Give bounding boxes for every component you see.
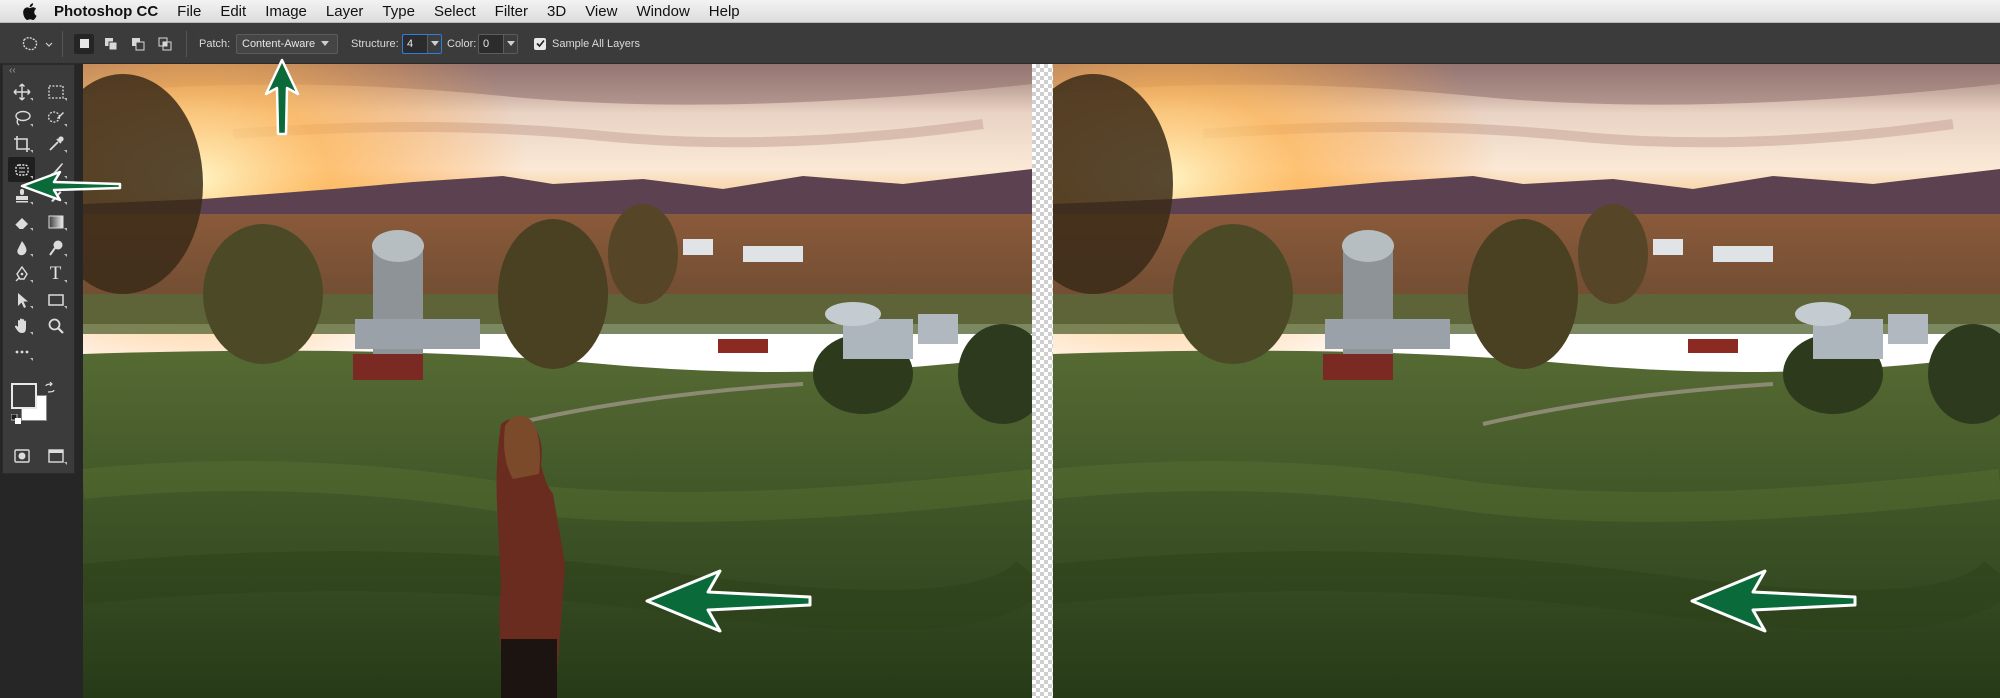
gradient-tool[interactable] [42,209,69,234]
rectangle-tool[interactable] [42,287,69,312]
landscape-photo-before [83,64,1032,698]
rectangular-marquee-icon [47,84,64,99]
eraser-tool[interactable] [8,209,35,234]
path-selection-tool[interactable] [8,287,35,312]
menu-filter[interactable]: Filter [495,3,528,20]
lasso-icon [14,110,31,126]
quick-selection-icon [47,110,64,123]
zoom-magnifier-icon [48,318,64,334]
dodge-icon [48,240,62,256]
color-field[interactable]: 0 [478,33,518,54]
subtract-selection-icon [132,37,145,50]
separator [62,23,63,64]
menu-file[interactable]: File [177,3,201,20]
structure-field[interactable]: 4 [402,33,442,54]
quick-selection-tool[interactable] [42,105,69,130]
sample-all-layers-label: Sample All Layers [552,37,641,50]
patch-preset-icon [22,36,53,50]
chevron-down-icon [321,41,330,46]
edit-toolbar-button[interactable] [8,339,35,364]
blur-tool[interactable] [8,235,35,260]
foreground-color-swatch[interactable] [11,383,37,409]
menu-3d[interactable]: 3D [547,3,566,20]
add-to-selection-button[interactable] [101,34,121,54]
menu-help[interactable]: Help [709,3,740,20]
screen-mode-button[interactable] [42,443,69,468]
marquee-tool[interactable] [42,79,69,104]
hand-tool[interactable] [8,313,35,338]
color-label: Color: [447,37,477,50]
menu-select[interactable]: Select [434,3,476,20]
structure-label: Structure: [351,37,399,50]
subtract-from-selection-button[interactable] [128,34,148,54]
pen-tool[interactable] [8,261,35,286]
lasso-tool[interactable] [8,105,35,130]
color-dropdown-icon[interactable] [503,34,517,53]
color-value[interactable]: 0 [479,38,503,50]
move-icon [13,83,30,100]
sample-all-layers-checkbox[interactable]: Sample All Layers [534,23,640,64]
menu-layer[interactable]: Layer [326,3,364,20]
structure-value[interactable]: 4 [403,38,427,50]
menu-edit[interactable]: Edit [220,3,246,20]
patch-mode-select[interactable]: Content-Aware [236,33,338,54]
new-selection-icon [79,39,89,48]
hand-icon [14,318,26,333]
annotation-arrow-left-tool-icon [20,170,122,202]
intersect-selection-icon [158,37,172,50]
quick-mask-button[interactable] [8,443,35,468]
zoom-tool[interactable] [42,313,69,338]
add-selection-icon [105,37,118,50]
menu-view[interactable]: View [585,3,617,20]
panel-collapse-icon[interactable]: ‹‹ [9,65,16,76]
app-name-menu[interactable]: Photoshop CC [54,3,158,20]
annotation-arrow-left-after-icon [1690,569,1857,633]
menu-bar: Photoshop CC File Edit Image Layer Type … [0,0,2000,23]
quick-mask-icon [13,448,30,463]
transparency-checkerboard [1032,64,1053,698]
type-icon: T [49,262,62,284]
screen-mode-icon [47,448,64,463]
canvas-before[interactable] [83,64,1032,698]
menu-window[interactable]: Window [636,3,689,20]
structure-dropdown-icon[interactable] [427,34,441,53]
rectangle-shape-icon [47,293,64,306]
gradient-icon [48,215,63,228]
default-colors-icon[interactable] [10,411,21,424]
tool-preset-picker[interactable] [20,23,54,64]
dodge-tool[interactable] [42,235,69,260]
separator [186,23,187,64]
intersect-selection-button[interactable] [155,34,175,54]
checkbox-checked-icon[interactable] [534,37,546,50]
patch-label: Patch: [199,37,231,50]
crop-tool[interactable] [8,131,35,156]
apple-logo-icon[interactable] [18,0,40,23]
arrow-cursor-icon [17,292,28,308]
menu-type[interactable]: Type [382,3,415,20]
type-tool[interactable]: T [42,261,69,286]
annotation-arrow-up-icon [264,58,300,136]
swap-colors-icon[interactable] [44,381,56,393]
tools-panel: ‹‹ T [2,64,75,474]
blur-drop-icon [16,240,26,255]
annotation-arrow-left-before-icon [645,569,812,633]
more-dots-icon [15,350,28,353]
crop-icon [13,135,30,152]
move-tool[interactable] [8,79,35,104]
eraser-icon [14,217,28,229]
eyedropper-tool[interactable] [42,131,69,156]
eyedropper-icon [48,135,64,151]
new-selection-button[interactable] [74,33,94,54]
pen-icon [15,265,28,281]
patch-mode-value: Content-Aware [242,37,316,50]
menu-image[interactable]: Image [265,3,307,20]
